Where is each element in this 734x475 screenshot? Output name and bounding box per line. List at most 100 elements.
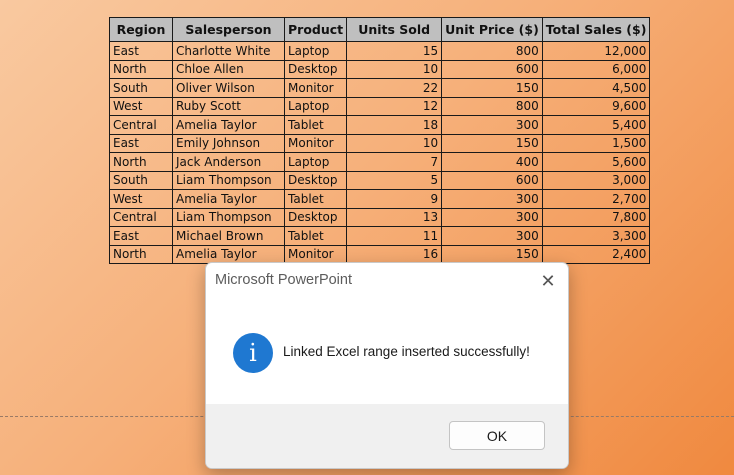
table-cell[interactable]: North [109,59,173,79]
table-cell[interactable]: 2,400 [541,244,651,264]
table-cell[interactable]: Amelia Taylor [172,115,285,135]
table-row: East Charlotte White Laptop 15 800 12,000 [109,41,651,61]
table-cell[interactable]: 15 [346,41,443,61]
table-cell[interactable]: 7 [346,152,443,172]
table-cell[interactable]: Ruby Scott [172,96,285,116]
table-cell[interactable]: 300 [441,226,543,246]
dialog-message: Linked Excel range inserted successfully… [283,344,530,359]
close-icon[interactable]: ✕ [536,269,560,293]
table-cell[interactable]: Charlotte White [172,41,285,61]
table-cell[interactable]: North [109,244,173,264]
table-cell[interactable]: 1,500 [541,133,651,153]
dialog-title: Microsoft PowerPoint [215,272,352,288]
info-icon: i [233,333,273,373]
table-cell[interactable]: 150 [441,78,543,98]
table-cell[interactable]: 22 [346,78,443,98]
table-cell[interactable]: North [109,152,173,172]
table-cell[interactable]: Monitor [283,244,348,264]
table-cell[interactable]: 16 [346,244,443,264]
table-cell[interactable]: Tablet [283,226,348,246]
table-cell[interactable]: East [109,41,173,61]
dialog-body: i Linked Excel range inserted successful… [206,303,568,404]
table-cell[interactable]: 3,000 [541,170,651,190]
table-body: East Charlotte White Laptop 15 800 12,000 Nort… [109,41,651,264]
column-header-units-sold: Units Sold [346,17,443,42]
table-cell[interactable]: Tablet [283,115,348,135]
table-cell[interactable]: 4,500 [541,78,651,98]
table-cell[interactable]: 5 [346,170,443,190]
table-row: East Emily Johnson Monitor 10 150 1,500 [109,133,651,153]
column-header-total-sales: Total Sales ($) [541,17,651,42]
table-cell[interactable]: Liam Thompson [172,170,285,190]
table-cell[interactable]: Oliver Wilson [172,78,285,98]
table-cell[interactable]: West [109,189,173,209]
table-row: South Liam Thompson Desktop 5 600 3,000 [109,170,651,190]
table-cell[interactable]: 5,400 [541,115,651,135]
table-cell[interactable]: Desktop [283,170,348,190]
table-cell[interactable]: 400 [441,152,543,172]
table-cell[interactable]: South [109,78,173,98]
table-cell[interactable]: 600 [441,59,543,79]
table-cell[interactable]: Laptop [283,41,348,61]
table-cell[interactable]: 13 [346,207,443,227]
table-cell[interactable]: Chloe Allen [172,59,285,79]
table-cell[interactable]: Central [109,207,173,227]
table-cell[interactable]: 12,000 [541,41,651,61]
table-cell[interactable]: 18 [346,115,443,135]
table-cell[interactable]: 150 [441,133,543,153]
table-cell[interactable]: 2,700 [541,189,651,209]
table-cell[interactable]: Tablet [283,189,348,209]
message-dialog: Microsoft PowerPoint ✕ i Linked Excel ra… [205,262,569,469]
table-cell[interactable]: 9,600 [541,96,651,116]
column-header-product: Product [283,17,348,42]
column-header-salesperson: Salesperson [172,17,285,42]
table-cell[interactable]: 7,800 [541,207,651,227]
table-row: East Michael Brown Tablet 11 300 3,300 [109,226,651,246]
table-cell[interactable]: 10 [346,59,443,79]
table-cell[interactable]: South [109,170,173,190]
table-row: Central Liam Thompson Desktop 13 300 7,800 [109,207,651,227]
table-cell[interactable]: Desktop [283,59,348,79]
table-cell[interactable]: 6,000 [541,59,651,79]
column-header-region: Region [109,17,173,42]
table-cell[interactable]: 5,600 [541,152,651,172]
table-cell[interactable]: 300 [441,189,543,209]
table-cell[interactable]: 600 [441,170,543,190]
table-cell[interactable]: West [109,96,173,116]
table-row: West Ruby Scott Laptop 12 800 9,600 [109,96,651,116]
table-cell[interactable]: 300 [441,207,543,227]
table-row: South Oliver Wilson Monitor 22 150 4,500 [109,78,651,98]
table-row: Central Amelia Taylor Tablet 18 300 5,400 [109,115,651,135]
table-cell[interactable]: Monitor [283,78,348,98]
table-cell[interactable]: Amelia Taylor [172,244,285,264]
table-cell[interactable]: Emily Johnson [172,133,285,153]
table-cell[interactable]: Monitor [283,133,348,153]
table-cell[interactable]: 3,300 [541,226,651,246]
table-cell[interactable]: 300 [441,115,543,135]
table-cell[interactable]: 800 [441,96,543,116]
table-cell[interactable]: East [109,226,173,246]
table-cell[interactable]: 9 [346,189,443,209]
table-header-row: Region Salesperson Product Units Sold Un… [109,17,651,42]
table-row: North Amelia Taylor Monitor 16 150 2,400 [109,244,651,264]
table-cell[interactable]: Desktop [283,207,348,227]
table-cell[interactable]: 12 [346,96,443,116]
table-cell[interactable]: Amelia Taylor [172,189,285,209]
table-cell[interactable]: East [109,133,173,153]
table-row: West Amelia Taylor Tablet 9 300 2,700 [109,189,651,209]
table-cell[interactable]: Laptop [283,152,348,172]
column-header-unit-price: Unit Price ($) [441,17,543,42]
linked-excel-table[interactable]: Region Salesperson Product Units Sold Un… [109,17,651,264]
table-cell[interactable]: 10 [346,133,443,153]
table-cell[interactable]: Michael Brown [172,226,285,246]
table-cell[interactable]: Jack Anderson [172,152,285,172]
table-row: North Jack Anderson Laptop 7 400 5,600 [109,152,651,172]
table-cell[interactable]: 800 [441,41,543,61]
dialog-footer: OK [206,404,568,468]
ok-button[interactable]: OK [449,421,545,450]
table-cell[interactable]: 11 [346,226,443,246]
table-cell[interactable]: Laptop [283,96,348,116]
table-cell[interactable]: 150 [441,244,543,264]
table-cell[interactable]: Central [109,115,173,135]
table-cell[interactable]: Liam Thompson [172,207,285,227]
